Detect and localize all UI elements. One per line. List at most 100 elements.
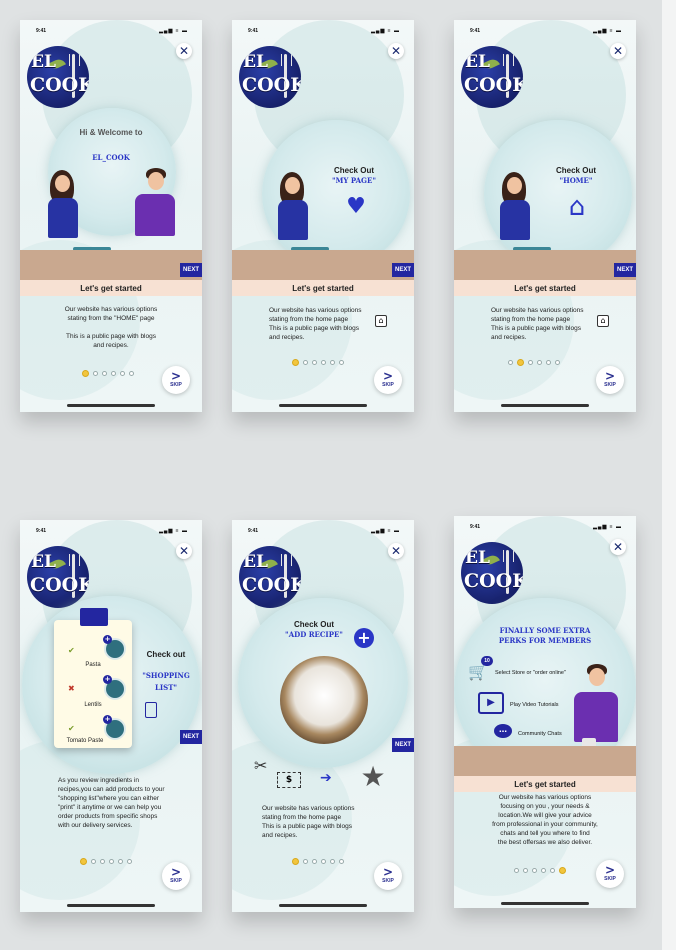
page-dot[interactable]	[321, 859, 326, 864]
page-dot[interactable]	[109, 859, 114, 864]
trophy-icon: ★	[360, 760, 386, 793]
page-dot[interactable]	[120, 371, 125, 376]
skip-button[interactable]: > SKIP	[374, 862, 402, 890]
home-icon: ⌂	[568, 192, 586, 222]
kitchen-counter	[454, 746, 636, 776]
page-dot[interactable]	[303, 360, 308, 365]
page-dot[interactable]	[541, 868, 546, 873]
page-dot[interactable]	[118, 859, 123, 864]
status-bar: 9:41 ▂▄▆ ≡ ▬	[248, 528, 400, 534]
skip-button[interactable]: > SKIP	[596, 860, 624, 888]
page-dot[interactable]	[330, 360, 335, 365]
page-dot[interactable]	[546, 360, 551, 365]
next-button[interactable]: NEXT	[180, 263, 202, 277]
skip-button[interactable]: > SKIP	[596, 366, 624, 394]
page-dot-active[interactable]	[80, 858, 87, 865]
close-button[interactable]: ✕	[176, 43, 192, 59]
page-dot[interactable]	[330, 859, 335, 864]
cart-count-badge: 10	[481, 656, 493, 666]
onboarding-description: Our website has various options focusing…	[492, 794, 598, 846]
page-dot-active[interactable]	[517, 359, 524, 366]
page-dot[interactable]	[127, 859, 132, 864]
add-item-icon[interactable]: +	[103, 635, 112, 644]
skip-button[interactable]: > SKIP	[162, 366, 190, 394]
list-item: Tomato Paste	[66, 738, 104, 744]
clipboard-icon	[145, 702, 157, 718]
canvas-edge	[662, 0, 676, 950]
page-indicator	[508, 359, 560, 368]
el-cook-logo: EL COOK	[461, 46, 523, 108]
lets-get-started-heading: Let's get started	[292, 284, 354, 293]
checkout-label: Check Out "ADD RECIPE"	[285, 620, 343, 639]
heart-icon: ♥	[346, 194, 366, 219]
next-button[interactable]: NEXT	[180, 730, 202, 744]
home-icon: ⌂	[597, 315, 609, 327]
chevron-right-icon: >	[604, 863, 616, 877]
close-button[interactable]: ✕	[610, 43, 626, 59]
add-item-icon[interactable]: +	[103, 715, 112, 724]
onboarding-screen-5: 9:41 ▂▄▆ ≡ ▬ ✕ EL COOK Check Out "ADD REC…	[232, 520, 414, 912]
onboarding-description: Our website has various options stating …	[262, 805, 355, 839]
next-button[interactable]: NEXT	[392, 263, 414, 277]
status-bar: 9:41 ▂▄▆ ≡ ▬	[248, 28, 400, 34]
page-dot[interactable]	[102, 371, 107, 376]
page-dot[interactable]	[100, 859, 105, 864]
page-dot[interactable]	[312, 360, 317, 365]
chevron-right-icon: >	[382, 369, 394, 383]
home-indicator	[67, 904, 155, 907]
onboarding-screen-6: 9:41 ▂▄▆ ≡ ▬ ✕ EL COOK FINALLY SOME EXTR…	[454, 516, 636, 908]
page-dot[interactable]	[550, 868, 555, 873]
page-dot[interactable]	[129, 371, 134, 376]
kitchen-counter	[20, 250, 202, 280]
next-button[interactable]: NEXT	[392, 738, 414, 752]
page-dot[interactable]	[339, 360, 344, 365]
page-dot[interactable]	[303, 859, 308, 864]
onboarding-description: Our website has various options stating …	[64, 306, 158, 349]
page-dot[interactable]	[321, 360, 326, 365]
checkout-label: Check out	[146, 650, 186, 659]
page-dot-active[interactable]	[559, 867, 566, 874]
page-dot[interactable]	[537, 360, 542, 365]
arrow-right-icon: ➔	[320, 770, 332, 786]
el-cook-logo: EL COOK	[239, 46, 301, 108]
page-dot[interactable]	[514, 868, 519, 873]
next-button[interactable]: NEXT	[614, 263, 636, 277]
page-dot[interactable]	[523, 868, 528, 873]
close-button[interactable]: ✕	[388, 543, 404, 559]
skip-button[interactable]: > SKIP	[374, 366, 402, 394]
perks-heading: FINALLY SOME EXTRA PERKS FOR MEMBERS	[498, 626, 592, 645]
page-dot[interactable]	[532, 868, 537, 873]
play-icon: ▶	[478, 692, 504, 714]
onboarding-screen-3: 9:41 ▂▄▆ ≡ ▬ ✕ EL COOK Check Out "HOME" ⌂…	[454, 20, 636, 412]
page-indicator	[292, 359, 344, 368]
perk-store: Select Store or "order online"	[495, 670, 566, 676]
page-dot-active[interactable]	[292, 359, 299, 366]
page-dot[interactable]	[508, 360, 513, 365]
brand-name: EL_COOK	[92, 153, 130, 162]
el-cook-logo: EL COOK	[461, 542, 523, 604]
add-item-icon[interactable]: +	[103, 675, 112, 684]
add-recipe-plus-icon[interactable]: +	[354, 628, 374, 648]
page-dot[interactable]	[312, 859, 317, 864]
page-dot-active[interactable]	[82, 370, 89, 377]
page-dot[interactable]	[339, 859, 344, 864]
onboarding-screen-4: 9:41 ▂▄▆ ≡ ▬ ✕ EL COOK ✔ + Pasta ✖ + Len…	[20, 520, 202, 912]
onboarding-description: Our website has various options stating …	[269, 307, 362, 341]
clipboard-clip	[80, 608, 108, 626]
home-indicator	[501, 404, 589, 407]
close-button[interactable]: ✕	[388, 43, 404, 59]
skip-button[interactable]: > SKIP	[162, 862, 190, 890]
el-cook-logo: EL COOK	[27, 46, 89, 108]
kitchen-counter	[454, 250, 636, 280]
page-dot[interactable]	[555, 360, 560, 365]
page-dot[interactable]	[91, 859, 96, 864]
page-dot[interactable]	[93, 371, 98, 376]
chevron-right-icon: >	[170, 865, 182, 879]
page-indicator	[514, 867, 566, 876]
page-indicator	[80, 858, 132, 867]
page-dot[interactable]	[528, 360, 533, 365]
close-button[interactable]: ✕	[610, 539, 626, 555]
page-dot-active[interactable]	[292, 858, 299, 865]
close-button[interactable]: ✕	[176, 543, 192, 559]
page-dot[interactable]	[111, 371, 116, 376]
